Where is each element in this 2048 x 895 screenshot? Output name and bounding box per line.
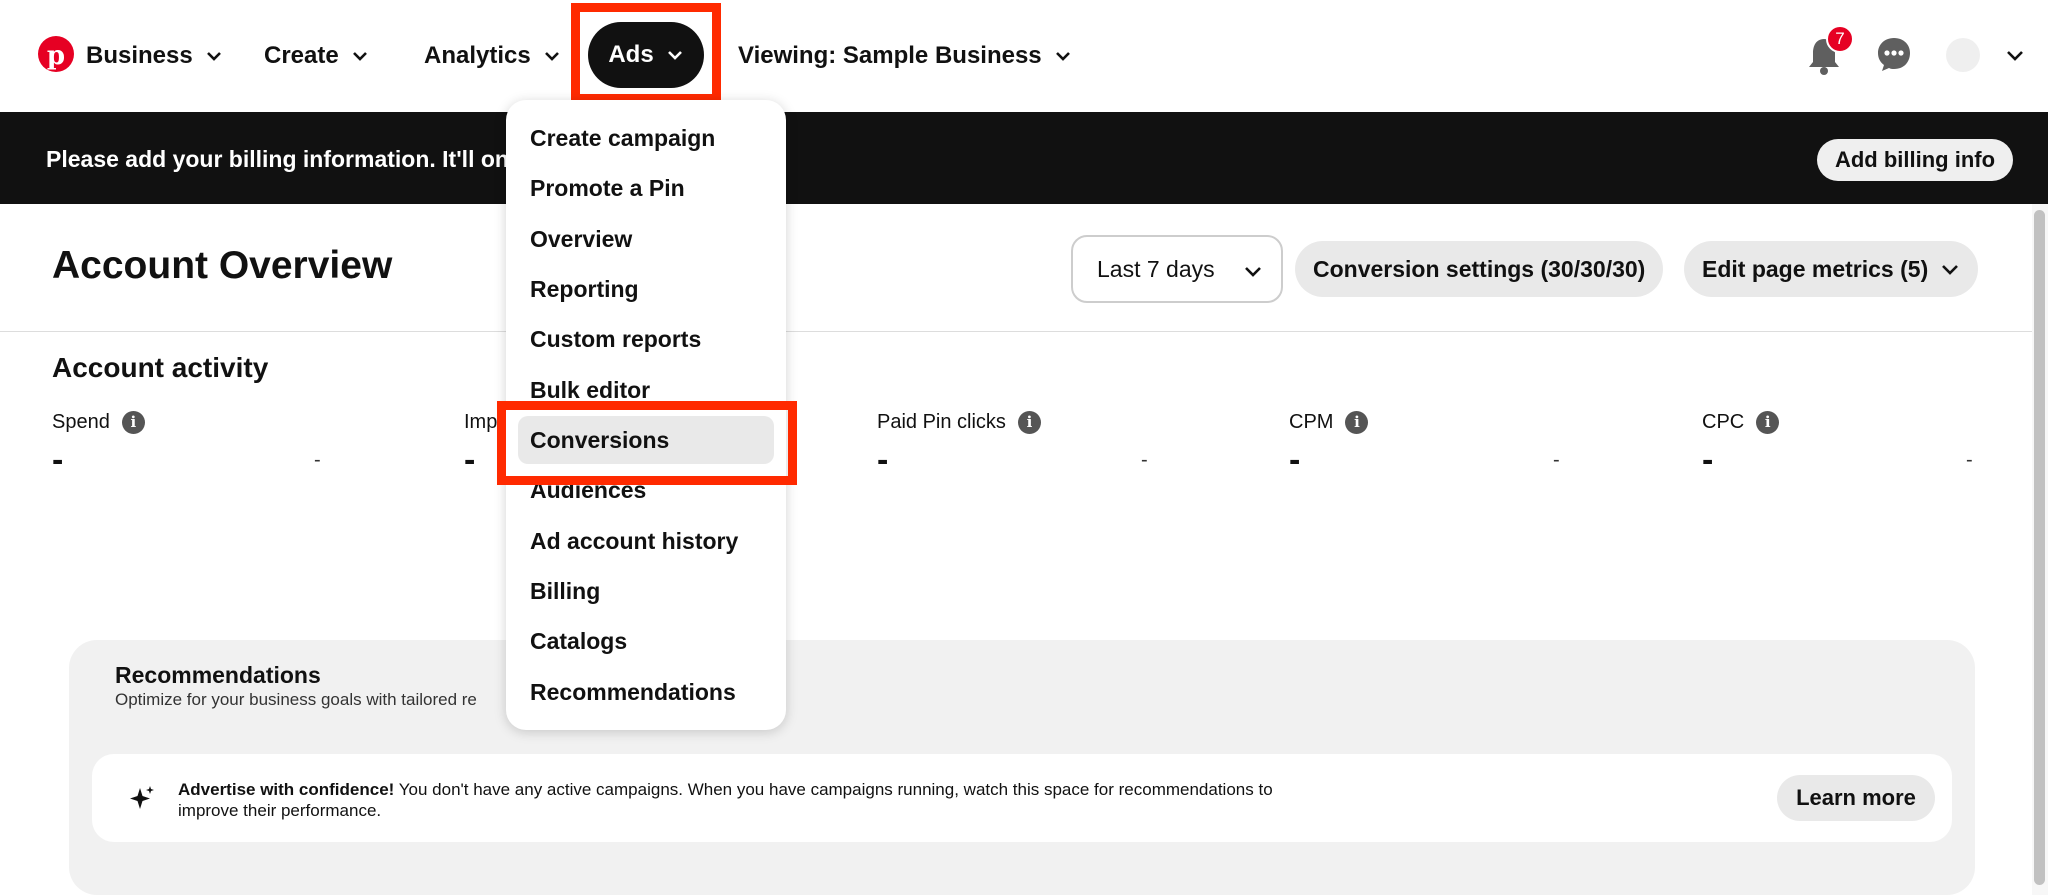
nav-business-label: Business [86,42,193,69]
pinterest-logo-icon[interactable]: p [38,36,74,72]
menu-item-catalogs[interactable]: Catalogs [518,619,774,663]
menu-item-overview[interactable]: Overview [518,217,774,261]
date-range-value: Last 7 days [1097,255,1215,282]
highlight-box-ads [571,3,721,103]
recommendations-title: Recommendations [115,662,321,688]
metric-value: - [464,441,476,479]
edit-page-metrics-button[interactable]: Edit page metrics (5) [1684,241,1979,297]
chevron-down-icon [206,52,221,61]
sparkle-icon [130,786,154,809]
menu-item-ad-account-history[interactable]: Ad account history [518,519,774,563]
metric-spend: Spend i - - [52,411,352,479]
recommendation-message: Advertise with confidence! You don't hav… [178,779,1298,821]
chevron-down-icon [1942,265,1959,275]
conversion-settings-button[interactable]: Conversion settings (30/30/30) [1295,241,1664,297]
header-divider [0,331,2032,332]
metric-paid-pin-clicks: Paid Pin clicks i - - [877,411,1177,479]
nav-analytics-menu[interactable]: Analytics [424,34,561,78]
messages-icon[interactable] [1876,36,1912,72]
metric-cpc: CPC i - - [1702,411,2002,479]
nav-viewing-label: Viewing: Sample Business [738,42,1042,69]
notification-count-badge: 7 [1826,25,1854,53]
metric-label: CPM [1289,411,1334,433]
metric-delta: - [314,449,321,471]
metric-label: CPC [1702,411,1745,433]
metric-label: Paid Pin clicks [877,411,1006,433]
account-activity-title: Account activity [52,352,269,383]
learn-more-button[interactable]: Learn more [1777,775,1935,821]
info-icon[interactable]: i [1017,411,1041,434]
menu-item-promote-a-pin[interactable]: Promote a Pin [518,166,774,210]
metric-label: Imp [464,411,498,433]
recommendation-message-bold: Advertise with confidence! [178,780,395,799]
metric-value: - [1702,441,1714,479]
info-icon[interactable]: i [1756,411,1780,434]
page-title: Account Overview [52,244,393,287]
nav-create-label: Create [264,42,339,69]
scrollbar-thumb[interactable] [2034,210,2045,885]
metric-value: - [877,441,889,479]
edit-page-metrics-label: Edit page metrics (5) [1702,255,1929,282]
chevron-down-icon [1055,52,1070,61]
menu-item-custom-reports[interactable]: Custom reports [518,317,774,361]
nav-viewing-account-menu[interactable]: Viewing: Sample Business [738,34,1072,78]
account-chevron-down-icon[interactable] [2004,44,2026,66]
metric-delta: - [1553,449,1560,471]
svg-text:p: p [47,41,65,71]
chevron-down-icon [1245,267,1261,277]
metric-delta: - [1141,449,1148,471]
avatar[interactable] [1946,38,1980,72]
billing-banner: Please add your billing information. It'… [0,112,2048,204]
nav-business-menu[interactable]: Business [86,34,223,78]
add-billing-info-button[interactable]: Add billing info [1817,139,2013,181]
menu-item-reporting[interactable]: Reporting [518,267,774,311]
chevron-down-icon [544,52,559,61]
nav-create-menu[interactable]: Create [264,34,369,78]
metric-value: - [1289,441,1301,479]
chevron-down-icon [352,52,367,61]
metric-value: - [52,441,64,479]
info-icon[interactable]: i [121,411,145,434]
metric-cpm: CPM i - - [1289,411,1589,479]
metric-delta: - [1966,449,1973,471]
menu-item-create-campaign[interactable]: Create campaign [518,116,774,160]
nav-analytics-label: Analytics [424,42,531,69]
menu-item-billing[interactable]: Billing [518,569,774,613]
billing-banner-text: Please add your billing information. It'… [46,146,516,172]
recommendations-subtitle: Optimize for your business goals with ta… [115,690,477,709]
metric-label: Spend [52,411,110,433]
date-range-select[interactable]: Last 7 days [1071,235,1283,303]
top-nav: p Business Create Analytics Ads Viewing:… [0,0,2048,112]
highlight-box-conversions [497,401,797,485]
info-icon[interactable]: i [1345,411,1369,434]
menu-item-recommendations[interactable]: Recommendations [518,670,774,714]
